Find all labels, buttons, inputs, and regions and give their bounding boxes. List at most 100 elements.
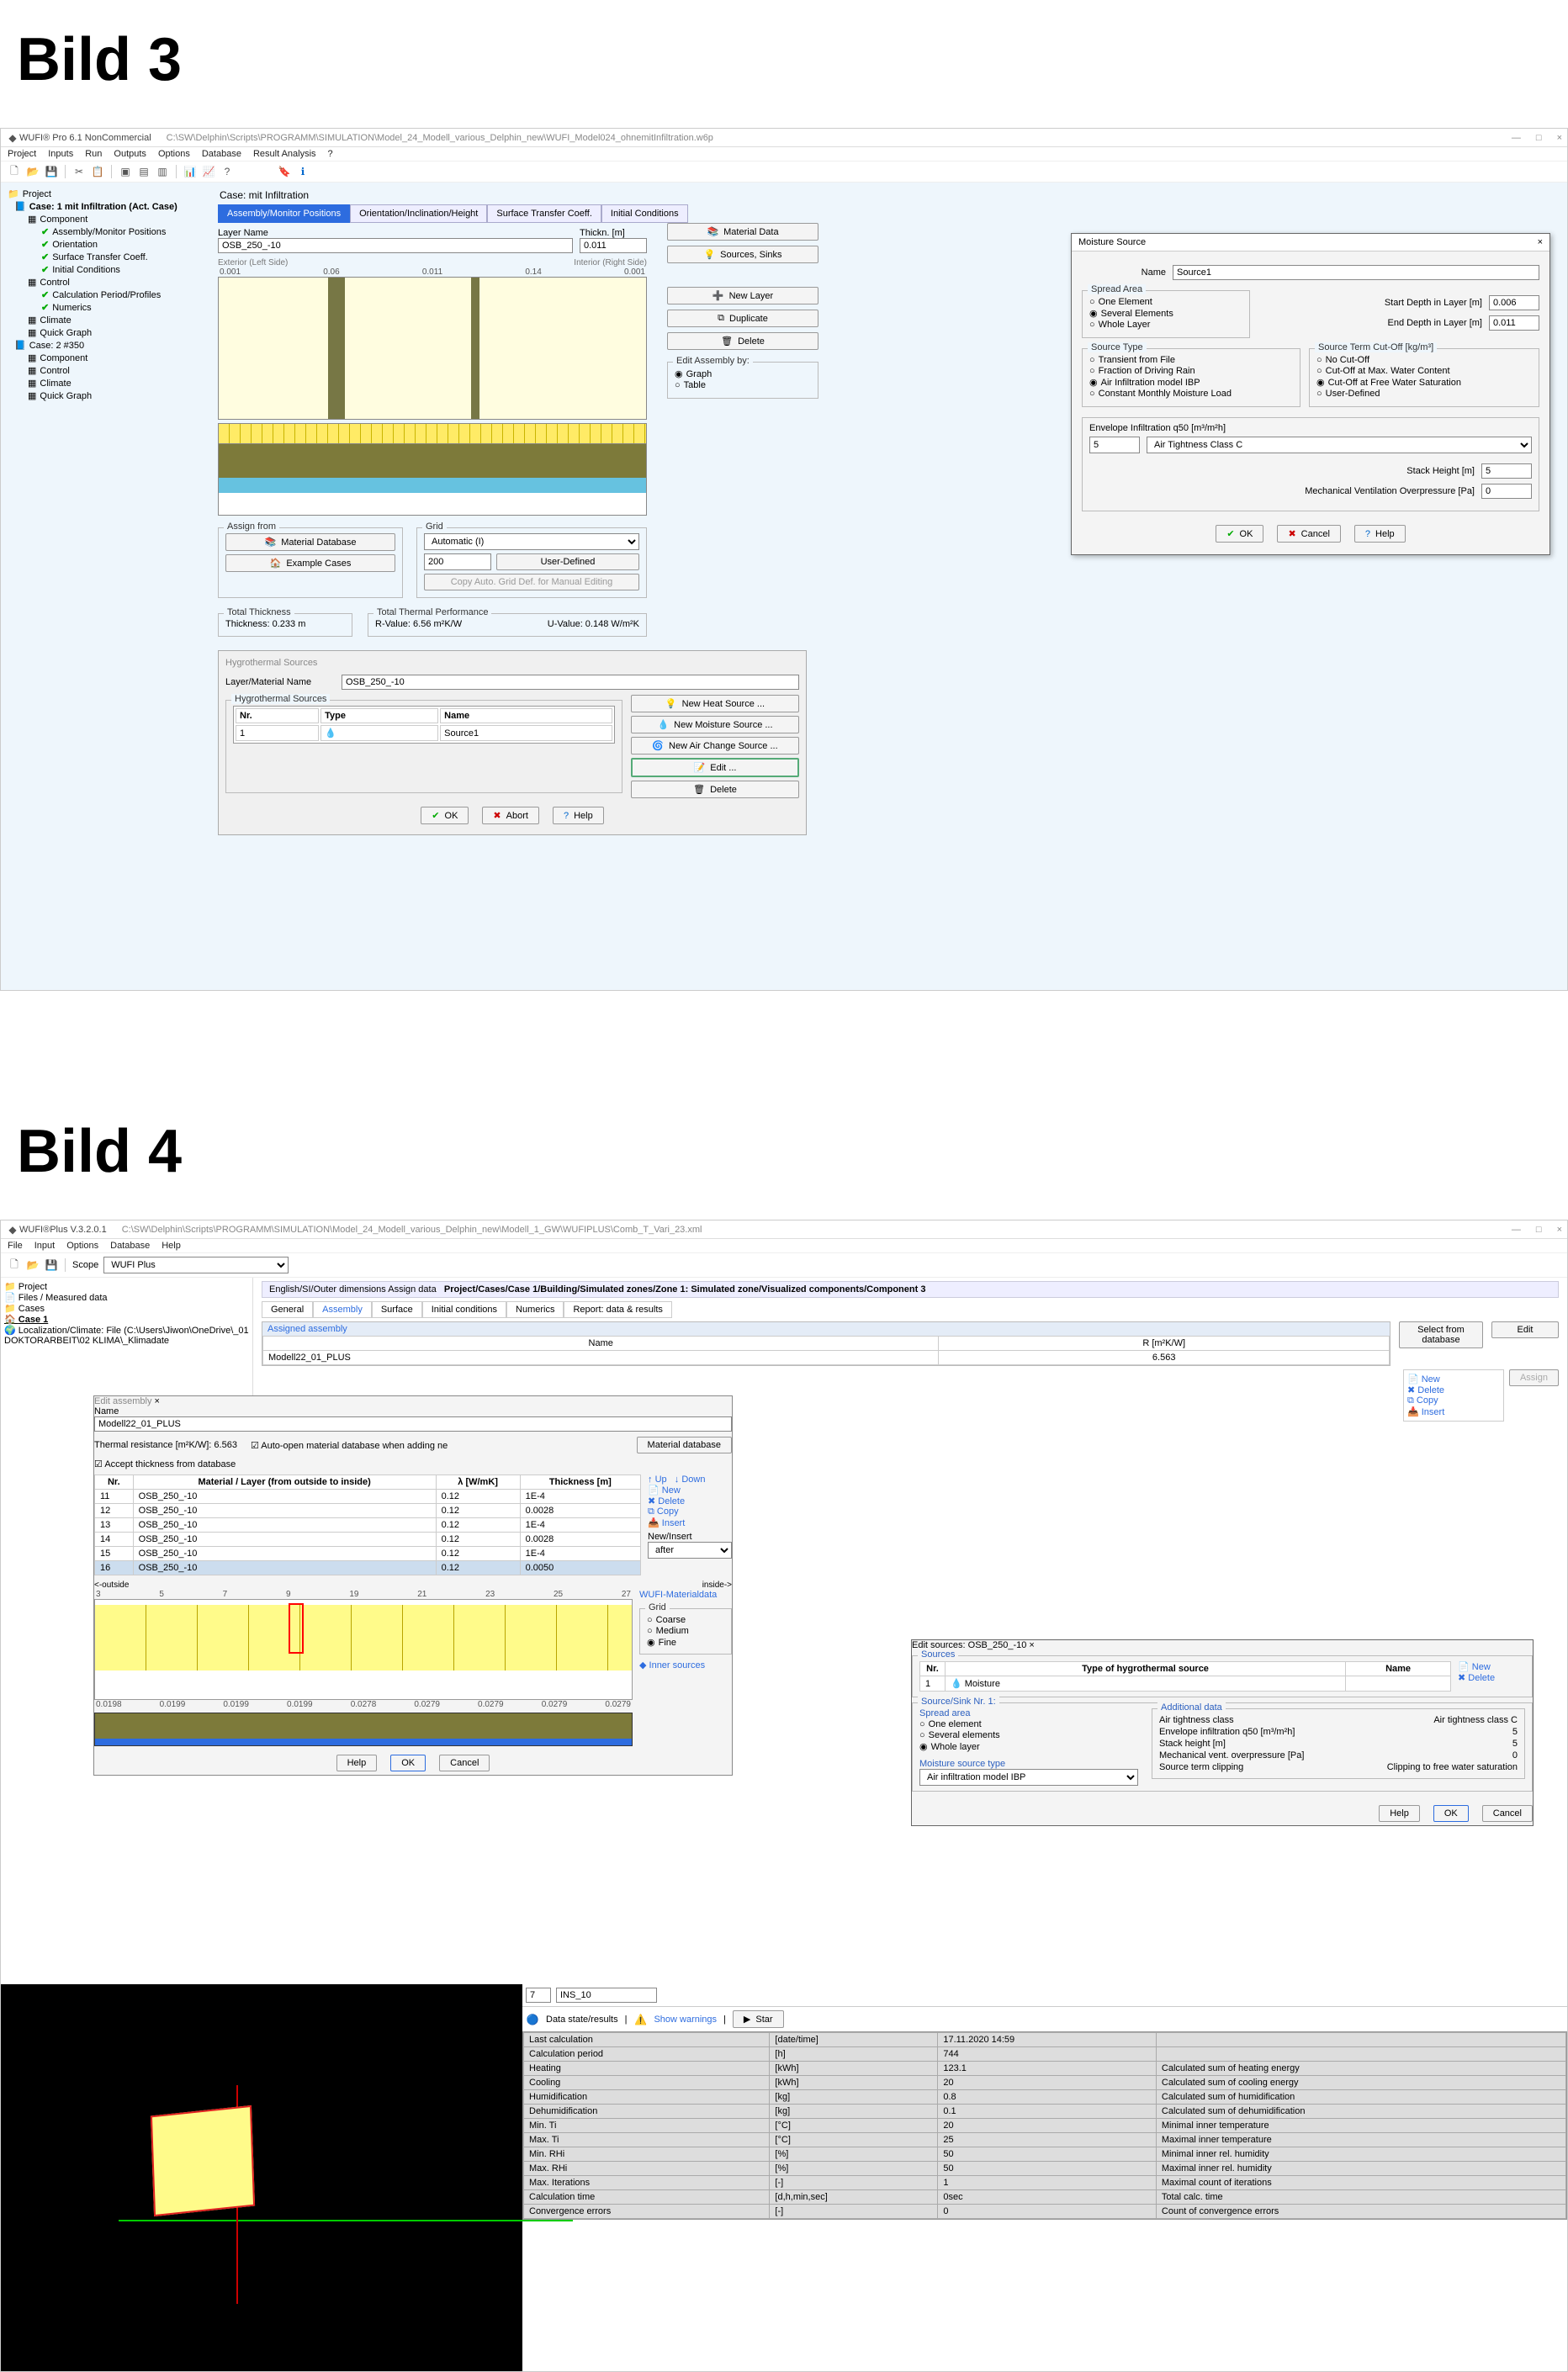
- es-several-elements[interactable]: ○ Several elements: [919, 1730, 1138, 1740]
- spread-one-element[interactable]: ○ One Element: [1089, 297, 1242, 307]
- new-icon[interactable]: 🗋: [8, 1258, 21, 1272]
- paste-icon[interactable]: 📋: [91, 165, 104, 178]
- ea-help-button[interactable]: Help: [336, 1755, 378, 1771]
- spread-whole-layer[interactable]: ○ Whole Layer: [1089, 320, 1242, 330]
- es-help-button[interactable]: Help: [1379, 1805, 1420, 1822]
- extra-val-input[interactable]: [556, 1988, 657, 2003]
- assembly-graph[interactable]: [218, 277, 647, 420]
- close-button[interactable]: ×: [1557, 133, 1562, 143]
- side-delete[interactable]: ✖ Delete: [1407, 1385, 1500, 1395]
- tree-localization[interactable]: 🌍 Localization/Climate: File (C:\Users\J…: [4, 1325, 249, 1346]
- table-row[interactable]: 16OSB_250_-100.120.0050: [95, 1561, 641, 1575]
- table-row[interactable]: 1💧Source1: [236, 725, 612, 741]
- minimize-button[interactable]: —: [1512, 133, 1521, 143]
- tab-report[interactable]: Report: data & results: [564, 1301, 671, 1318]
- grid-coarse[interactable]: ○ Coarse: [647, 1615, 724, 1625]
- material-data-button[interactable]: 📚 Material Data: [667, 223, 818, 241]
- material-database-button[interactable]: 📚 Material Database: [225, 533, 395, 551]
- tab-general[interactable]: General: [262, 1301, 313, 1318]
- start-button[interactable]: ▶ Star: [733, 2010, 784, 2028]
- tree-c2-climate[interactable]: ▦ Climate: [4, 377, 208, 389]
- tab-initial[interactable]: Initial conditions: [422, 1301, 506, 1318]
- maximize-button[interactable]: □: [1536, 1225, 1542, 1235]
- assign-button[interactable]: Assign: [1509, 1369, 1559, 1386]
- table-row[interactable]: 14OSB_250_-100.120.0028: [95, 1533, 641, 1547]
- new-moisture-source-button[interactable]: 💧 New Moisture Source ...: [631, 716, 799, 733]
- envelope-q50-input[interactable]: [1089, 437, 1140, 453]
- save-icon[interactable]: 💾: [45, 1258, 58, 1272]
- menu-input[interactable]: Input: [34, 1241, 55, 1251]
- src-air-infiltration[interactable]: ◉ Air Infiltration model IBP: [1089, 377, 1293, 388]
- example-cases-button[interactable]: 🏠 Example Cases: [225, 554, 395, 572]
- open-icon[interactable]: 📂: [26, 165, 40, 178]
- breadcrumb[interactable]: Project/Cases/Case 1/Building/Simulated …: [444, 1284, 926, 1295]
- edit-button[interactable]: Edit: [1491, 1321, 1559, 1338]
- newinsert-pos-select[interactable]: after: [648, 1542, 732, 1559]
- help-icon[interactable]: ?: [220, 165, 234, 178]
- tree-quickgraph[interactable]: ▦ Quick Graph: [4, 326, 208, 339]
- tree-initial[interactable]: ✔ Initial Conditions: [4, 263, 208, 276]
- side-insert[interactable]: 📥 Insert: [1407, 1406, 1500, 1417]
- scope-select[interactable]: WUFI Plus: [103, 1257, 289, 1273]
- tree-surface[interactable]: ✔ Surface Transfer Coeff.: [4, 251, 208, 263]
- graph-icon[interactable]: 📊: [183, 165, 197, 178]
- user-defined-button[interactable]: User-Defined: [496, 553, 639, 570]
- wufi-materialdata-link[interactable]: WUFI-Materialdata: [639, 1590, 732, 1600]
- new-icon[interactable]: 🗋: [8, 165, 21, 178]
- es-whole-layer[interactable]: ◉ Whole layer: [919, 1741, 1138, 1752]
- 3d-viewer[interactable]: [1, 1984, 522, 2371]
- layer-name-input[interactable]: [218, 238, 573, 253]
- ms-help-button[interactable]: ? Help: [1354, 525, 1406, 543]
- about-icon[interactable]: ℹ: [296, 165, 310, 178]
- sources-sinks-button[interactable]: 💡 Sources, Sinks: [667, 246, 818, 263]
- side-new[interactable]: 📄 New: [1407, 1374, 1500, 1385]
- ms-ok-button[interactable]: ✔ OK: [1216, 525, 1263, 543]
- grid-mode-select[interactable]: Automatic (I): [424, 533, 639, 550]
- table-row[interactable]: 13OSB_250_-100.121E-4: [95, 1518, 641, 1533]
- menu-database[interactable]: Database: [110, 1241, 150, 1251]
- menu-help[interactable]: ?: [328, 149, 333, 159]
- tree-measured[interactable]: 📄 Files / Measured data: [4, 1292, 249, 1303]
- src-transient[interactable]: ○ Transient from File: [1089, 355, 1293, 365]
- show-warnings-link[interactable]: Show warnings: [654, 2015, 717, 2025]
- mst-select[interactable]: Air infiltration model IBP: [919, 1769, 1138, 1786]
- help-button[interactable]: ? Help: [553, 807, 604, 824]
- minimize-button[interactable]: —: [1512, 1225, 1521, 1235]
- save-icon[interactable]: 💾: [45, 165, 58, 178]
- delete-row-button[interactable]: ✖ Delete: [648, 1496, 732, 1506]
- cutoff-free-water[interactable]: ◉ Cut-Off at Free Water Saturation: [1316, 377, 1532, 388]
- es-ok-button[interactable]: OK: [1433, 1805, 1469, 1822]
- src-driving-rain[interactable]: ○ Fraction of Driving Rain: [1089, 366, 1293, 376]
- edit-by-graph[interactable]: ◉Graph: [675, 368, 811, 379]
- menu-options[interactable]: Options: [158, 149, 190, 159]
- close-icon[interactable]: ×: [155, 1396, 160, 1406]
- ok-button[interactable]: ✔ OK: [421, 807, 469, 824]
- mech-overpressure-input[interactable]: [1481, 484, 1532, 499]
- tool-b-icon[interactable]: ▤: [137, 165, 151, 178]
- edit-source-button[interactable]: 📝 Edit ...: [631, 758, 799, 777]
- menu-database[interactable]: Database: [202, 149, 241, 159]
- cutoff-max-water[interactable]: ○ Cut-Off at Max. Water Content: [1316, 366, 1532, 376]
- tab-surface[interactable]: Surface: [372, 1301, 422, 1318]
- grid-fine[interactable]: ◉ Fine: [647, 1637, 724, 1648]
- tree-climate[interactable]: ▦ Climate: [4, 314, 208, 326]
- menu-run[interactable]: Run: [85, 149, 102, 159]
- spread-several-elements[interactable]: ◉ Several Elements: [1089, 308, 1242, 319]
- chart-icon[interactable]: 📈: [202, 165, 215, 178]
- tree-case1[interactable]: 📘 Case: 1 mit Infiltration (Act. Case): [4, 200, 208, 213]
- abort-button[interactable]: ✖ Abort: [482, 807, 539, 824]
- tree-c2-control[interactable]: ▦ Control: [4, 364, 208, 377]
- ea-ok-button[interactable]: OK: [390, 1755, 426, 1771]
- close-icon[interactable]: ×: [1538, 237, 1543, 247]
- copy-grid-button[interactable]: Copy Auto. Grid Def. for Manual Editing: [424, 574, 639, 590]
- tool-c-icon[interactable]: ▥: [156, 165, 169, 178]
- new-air-change-source-button[interactable]: 🌀 New Air Change Source ...: [631, 737, 799, 754]
- src-delete[interactable]: ✖ Delete: [1458, 1672, 1525, 1683]
- new-row-button[interactable]: 📄 New: [648, 1485, 732, 1496]
- menu-file[interactable]: File: [8, 1241, 23, 1251]
- tree-c2-component[interactable]: ▦ Component: [4, 352, 208, 364]
- menu-result-analysis[interactable]: Result Analysis: [253, 149, 316, 159]
- tree-root[interactable]: 📁 Project: [4, 1281, 249, 1292]
- es-cancel-button[interactable]: Cancel: [1482, 1805, 1533, 1822]
- tab-orientation[interactable]: Orientation/Inclination/Height: [350, 204, 487, 223]
